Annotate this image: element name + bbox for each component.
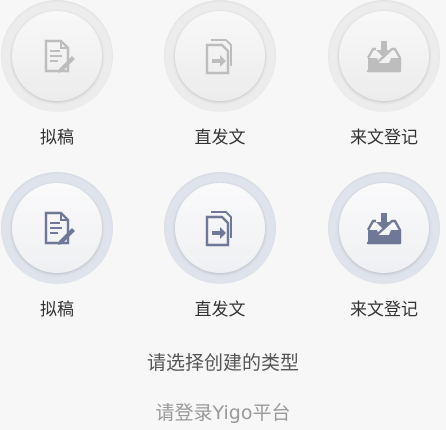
send-document-icon: [205, 211, 232, 247]
draft-edit-icon: [44, 211, 75, 245]
direct-send-button[interactable]: [164, 172, 276, 284]
direct-send-label: 直发文: [194, 300, 246, 320]
draft-button[interactable]: [1, 172, 113, 284]
type-row-active: 拟稿 直发文 来文登记: [0, 172, 446, 320]
login-hint: 请登录Yigo平台: [155, 402, 291, 424]
incoming-register-label: 来文登记: [350, 128, 418, 148]
direct-send-button[interactable]: [164, 0, 276, 112]
draft-label: 拟稿: [40, 300, 74, 320]
draft-option[interactable]: 拟稿: [1, 0, 113, 148]
draft-edit-icon: [44, 39, 75, 73]
direct-send-option[interactable]: 直发文: [164, 172, 276, 320]
draft-label: 拟稿: [40, 128, 74, 148]
select-type-prompt: 请选择创建的类型: [146, 352, 299, 374]
incoming-register-option[interactable]: 来文登记: [328, 0, 440, 148]
draft-option[interactable]: 拟稿: [1, 172, 113, 320]
incoming-register-option[interactable]: 来文登记: [328, 172, 440, 320]
type-row-inactive: 拟稿 直发文 来文登记: [0, 0, 446, 148]
direct-send-label: 直发文: [194, 128, 246, 148]
inbox-receive-icon: [366, 41, 402, 73]
incoming-register-label: 来文登记: [350, 300, 418, 320]
direct-send-option[interactable]: 直发文: [164, 0, 276, 148]
incoming-register-button[interactable]: [328, 172, 440, 284]
send-document-icon: [205, 39, 232, 75]
inbox-receive-icon: [366, 213, 402, 245]
incoming-register-button[interactable]: [328, 0, 440, 112]
draft-button[interactable]: [1, 0, 113, 112]
